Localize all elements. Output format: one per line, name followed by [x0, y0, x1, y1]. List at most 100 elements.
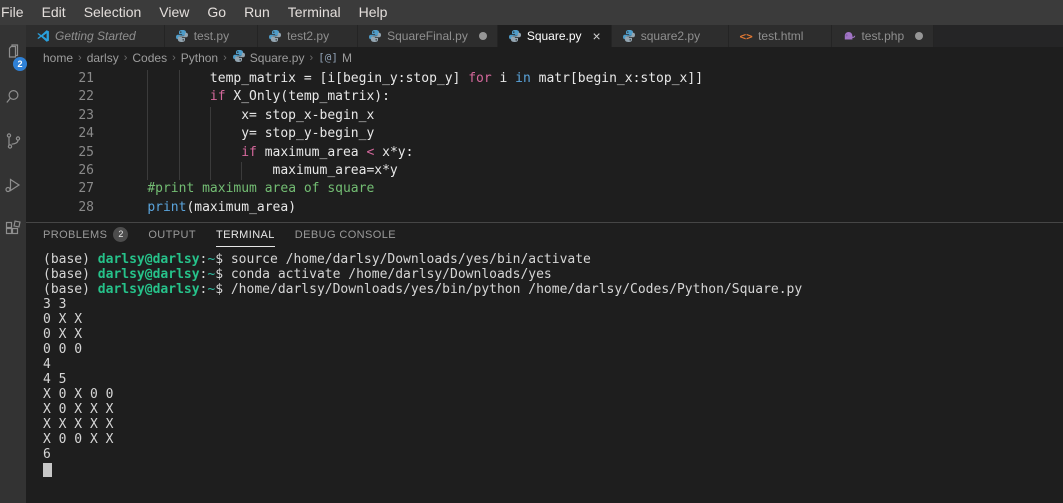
bottom-panel: PROBLEMS2 OUTPUT TERMINAL DEBUG CONSOLE (ba… — [26, 222, 1063, 503]
explorer-badge: 2 — [13, 57, 27, 71]
code-line: 23 x= stop_x-begin_x — [26, 107, 1063, 125]
run-debug-icon[interactable] — [0, 163, 26, 207]
panel-tab-output[interactable]: OUTPUT — [148, 223, 196, 247]
tab-squarefinal-py[interactable]: SquareFinal.py — [358, 25, 498, 47]
tab-bar: Getting Started test.py test2.py SquareFina… — [26, 25, 1063, 47]
breadcrumb-item-Codes[interactable]: Codes — [132, 51, 167, 65]
code-line: 22 if X_Only(temp_matrix): — [26, 88, 1063, 106]
menu-edit[interactable]: Edit — [33, 0, 75, 25]
tab-test-php[interactable]: test.php — [832, 25, 934, 47]
tab-label: test.html — [758, 29, 803, 43]
terminal-cursor — [43, 463, 52, 477]
code-line: 28 print(maximum_area) — [26, 199, 1063, 217]
menu-terminal[interactable]: Terminal — [279, 0, 350, 25]
explorer-icon[interactable]: 2 — [0, 31, 26, 75]
code-text: x= stop_x-begin_x — [116, 107, 374, 125]
tab-test-py[interactable]: test.py — [165, 25, 258, 47]
terminal-line: X 0 X 0 0 — [43, 387, 1063, 402]
symbol-icon: [@] — [318, 51, 338, 64]
tab-test-html[interactable]: <>test.html — [729, 25, 832, 47]
search-icon[interactable] — [0, 75, 26, 119]
menu-help[interactable]: Help — [350, 0, 397, 25]
terminal-line: (base) darlsy@darlsy:~$ /home/darlsy/Dow… — [43, 282, 1063, 297]
menu-bar: FileEditSelectionViewGoRunTerminalHelp — [0, 0, 1063, 25]
line-number: 25 — [26, 144, 94, 162]
line-number: 23 — [26, 107, 94, 125]
tab-label: test.py — [194, 29, 229, 43]
code-text: y= stop_y-begin_y — [116, 125, 374, 143]
panel-tab-debug-console[interactable]: DEBUG CONSOLE — [295, 223, 396, 247]
line-number: 28 — [26, 199, 94, 217]
terminal-line: X X X X X — [43, 417, 1063, 432]
indent-guide — [147, 70, 148, 180]
code-line: 25 if maximum_area < x*y: — [26, 144, 1063, 162]
editor-lines: 21 temp_matrix = [i[begin_y:stop_y] for … — [26, 70, 1063, 217]
code-text: if maximum_area < x*y: — [116, 144, 413, 162]
code-text: if X_Only(temp_matrix): — [116, 88, 390, 106]
breadcrumb-separator: › — [223, 52, 227, 64]
breadcrumb-item-darlsy[interactable]: darlsy — [87, 51, 119, 65]
breadcrumb-separator: › — [78, 52, 82, 64]
terminal-line — [43, 462, 1063, 477]
menu-file[interactable]: File — [0, 0, 33, 25]
menu-go[interactable]: Go — [198, 0, 235, 25]
terminal-line: 0 0 0 — [43, 342, 1063, 357]
menu-view[interactable]: View — [150, 0, 198, 25]
code-text: temp_matrix = [i[begin_y:stop_y] for i i… — [116, 70, 703, 88]
panel-tab-label: TERMINAL — [216, 223, 275, 247]
breadcrumb-symbol[interactable]: M — [342, 51, 352, 65]
tab-label: test2.py — [287, 29, 329, 43]
extensions-icon[interactable] — [0, 207, 26, 251]
tab-label: Square.py — [527, 29, 582, 43]
panel-tab-problems[interactable]: PROBLEMS2 — [43, 223, 128, 247]
breadcrumb-separator: › — [172, 52, 176, 64]
menu-selection[interactable]: Selection — [75, 0, 151, 25]
terminal-line: (base) darlsy@darlsy:~$ conda activate /… — [43, 267, 1063, 282]
python-file-icon — [175, 29, 189, 43]
code-line: 27 #print maximum area of square — [26, 180, 1063, 198]
line-number: 27 — [26, 180, 94, 198]
breadcrumb: home›darlsy›Codes›Python›Square.py›[@]M — [26, 47, 1063, 68]
code-line: 26 maximum_area=x*y — [26, 162, 1063, 180]
menu-run[interactable]: Run — [235, 0, 279, 25]
python-file-icon — [268, 29, 282, 43]
php-file-icon — [842, 29, 856, 43]
breadcrumb-item-home[interactable]: home — [43, 51, 73, 65]
indent-guide — [241, 162, 242, 180]
code-text: maximum_area=x*y — [116, 162, 398, 180]
line-number: 21 — [26, 70, 94, 88]
breadcrumb-item-Python[interactable]: Python — [181, 51, 218, 65]
breadcrumb-separator: › — [309, 52, 313, 64]
source-control-icon[interactable] — [0, 119, 26, 163]
activity-bar: 2 — [0, 25, 26, 503]
code-line: 24 y= stop_y-begin_y — [26, 125, 1063, 143]
terminal-line: (base) darlsy@darlsy:~$ source /home/dar… — [43, 252, 1063, 267]
terminal-line: 4 5 — [43, 372, 1063, 387]
modified-dot-icon — [479, 32, 487, 40]
tab-getting-started[interactable]: Getting Started — [26, 25, 165, 47]
terminal-line: 6 — [43, 447, 1063, 462]
breadcrumb-file[interactable]: Square.py — [232, 49, 305, 66]
tab-square2-py[interactable]: square2.py — [612, 25, 729, 47]
modified-dot-icon — [915, 32, 923, 40]
tab-square-py[interactable]: Square.py × — [498, 25, 612, 47]
indent-guide — [179, 70, 180, 180]
panel-tab-label: DEBUG CONSOLE — [295, 223, 396, 247]
main-row: 2 — [0, 25, 1063, 503]
line-number: 24 — [26, 125, 94, 143]
terminal-line: 3 3 — [43, 297, 1063, 312]
terminal-line: 4 — [43, 357, 1063, 372]
tab-test2-py[interactable]: test2.py — [258, 25, 358, 47]
python-file-icon — [622, 29, 636, 43]
terminal-line: 0 X X — [43, 312, 1063, 327]
panel-tab-terminal[interactable]: TERMINAL — [216, 223, 275, 247]
terminal-line: X 0 0 X X — [43, 432, 1063, 447]
tab-label: square2.py — [641, 29, 700, 43]
terminal-output[interactable]: (base) darlsy@darlsy:~$ source /home/dar… — [26, 247, 1063, 503]
editor-group: Getting Started test.py test2.py SquareFina… — [26, 25, 1063, 503]
vscode-file-icon — [36, 29, 50, 43]
code-editor[interactable]: 21 temp_matrix = [i[begin_y:stop_y] for … — [26, 68, 1063, 222]
code-text: #print maximum area of square — [116, 180, 374, 198]
tab-label: test.php — [861, 29, 904, 43]
close-icon[interactable]: × — [593, 29, 601, 43]
